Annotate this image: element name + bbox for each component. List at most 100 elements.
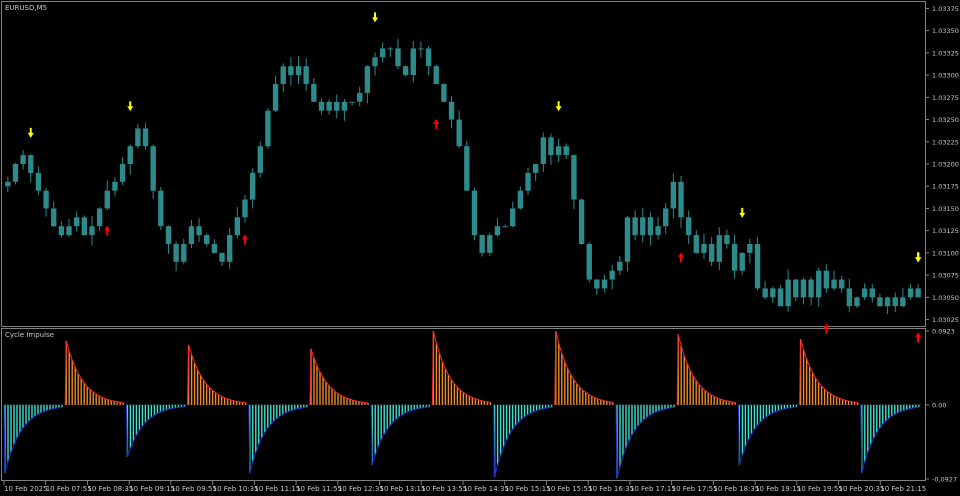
candle-body xyxy=(823,270,830,289)
candle-body xyxy=(43,190,49,209)
candle-body xyxy=(869,288,875,298)
candle-body xyxy=(708,244,715,262)
candle-body xyxy=(272,84,279,111)
buy-arrow-icon xyxy=(241,234,248,245)
price-tick-label: 1.03275 xyxy=(932,94,959,102)
candle-body xyxy=(540,137,547,164)
candle-body xyxy=(181,244,187,262)
sell-arrow-icon xyxy=(555,101,562,112)
candle-body xyxy=(410,48,416,76)
time-tick-label: 10 Feb 11:55 xyxy=(296,485,342,493)
candle-body xyxy=(471,190,478,236)
positive-impulse-line xyxy=(187,344,246,405)
candle-body xyxy=(701,244,707,253)
price-tick-label: 1.03050 xyxy=(932,294,959,302)
time-tick-label: 10 Feb 09:55 xyxy=(171,485,217,493)
price-tick-label: 1.03150 xyxy=(932,205,959,213)
candle-body xyxy=(303,66,309,84)
candle-body xyxy=(915,288,921,298)
indicator-tick-label: 0.0923 xyxy=(932,328,955,336)
candle-body xyxy=(739,252,745,271)
price-tick-label: 1.03125 xyxy=(932,227,959,235)
candle-body xyxy=(5,181,11,187)
time-tick-label: 10 Feb 16:35 xyxy=(588,485,634,493)
candle-body xyxy=(395,48,401,67)
price-tick-label: 1.03325 xyxy=(932,49,959,57)
buy-arrow-icon xyxy=(823,323,830,334)
time-tick-label: 10 Feb 07:55 xyxy=(46,485,92,493)
candle-body xyxy=(586,244,592,280)
candle-body xyxy=(525,172,531,191)
time-tick-label: 10 Feb 15:55 xyxy=(546,485,592,493)
price-tick-label: 1.03200 xyxy=(932,161,959,169)
candle-body xyxy=(341,101,348,111)
candle-body xyxy=(479,235,485,253)
sell-arrow-icon xyxy=(372,12,379,23)
time-tick-label: 10 Feb 11:15 xyxy=(254,485,300,493)
negative-impulse-line xyxy=(125,404,185,458)
candle-body xyxy=(58,226,65,236)
candle-body xyxy=(265,110,271,147)
candle-body xyxy=(624,217,631,262)
candle-body xyxy=(532,164,539,173)
time-tick-label: 10 Feb 21:15 xyxy=(880,485,926,493)
candle-body xyxy=(685,217,692,236)
time-tick-label: 10 Feb 08:35 xyxy=(87,485,133,493)
candle-body xyxy=(907,288,914,298)
buy-arrow-icon xyxy=(104,225,111,236)
positive-impulse-line xyxy=(431,331,491,405)
candle-body xyxy=(387,48,394,50)
candle-body xyxy=(877,297,883,307)
candle-body xyxy=(433,66,439,84)
candle-body xyxy=(249,172,256,200)
trading-terminal: EURUSD,M5 Cycle Impulse 1.03375 1.03350 1.… xyxy=(0,0,960,496)
candle-body xyxy=(609,270,615,280)
candle-body xyxy=(326,101,332,111)
candle-body xyxy=(640,217,646,236)
negative-impulse-line xyxy=(860,404,919,473)
candle-body xyxy=(257,146,263,173)
price-tick-label: 1.03300 xyxy=(932,72,959,80)
candle-body xyxy=(655,226,661,236)
candle-body xyxy=(884,297,891,307)
candle-body xyxy=(770,288,776,298)
candle-body xyxy=(831,279,837,289)
candle-body xyxy=(785,279,791,307)
candle-body xyxy=(66,226,72,236)
candle-body xyxy=(96,208,103,227)
price-tick-label: 1.03075 xyxy=(932,272,959,280)
candle-body xyxy=(51,208,57,227)
candle-body xyxy=(295,66,302,76)
negative-impulse-line xyxy=(737,404,797,465)
candle-body xyxy=(425,48,432,67)
time-tick-label: 10 Feb 17:55 xyxy=(672,485,718,493)
time-tick-label: 10 Feb 2025 xyxy=(4,485,48,493)
candle-body xyxy=(334,101,340,111)
negative-impulse-line xyxy=(3,404,63,473)
buy-arrow-icon xyxy=(678,252,685,263)
candle-body xyxy=(647,217,654,236)
buy-arrow-icon xyxy=(915,332,922,343)
candle-body xyxy=(372,57,378,67)
candle-body xyxy=(632,217,638,236)
candle-body xyxy=(502,226,508,228)
positive-impulse-line xyxy=(554,331,613,405)
candle-body xyxy=(89,226,95,236)
candle-body xyxy=(349,101,355,103)
candle-body xyxy=(402,66,409,76)
candle-body xyxy=(731,244,738,271)
time-tick-label: 10 Feb 15:15 xyxy=(505,485,551,493)
positive-impulse-line xyxy=(799,339,858,405)
candle-body xyxy=(456,119,462,147)
candle-body xyxy=(242,199,248,218)
time-tick-label: 10 Feb 17:15 xyxy=(630,485,676,493)
candle-body xyxy=(854,297,860,307)
candle-body xyxy=(846,288,853,307)
candle-body xyxy=(747,244,753,253)
candle-body xyxy=(601,279,608,289)
candle-body xyxy=(617,261,623,271)
sell-arrow-icon xyxy=(27,127,34,138)
candle-body xyxy=(861,288,868,298)
candle-body xyxy=(494,226,501,236)
candle-body xyxy=(158,190,164,227)
